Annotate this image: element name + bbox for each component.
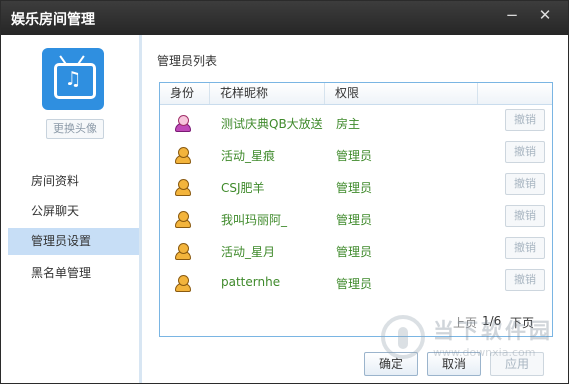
column-header-action [478,83,552,104]
column-header-nickname: 花样昵称 [210,83,325,104]
sidebar-item-admin-settings[interactable]: 管理员设置 [8,228,139,255]
admin-list-title: 管理员列表 [157,54,218,68]
sidebar: ♫ 更换头像 房间资料 公屏聊天 管理员设置 黑名单管理 [2,35,142,383]
room-management-window: 娱乐房间管理 − ✕ ♫ 更换头像 房间资料 公屏聊天 管理员设置 黑名单管理 … [0,0,569,384]
role: 管理员 [336,213,373,227]
admin-list: 身份 花样昵称 权限 测试庆典QB大放送 房主 撤销 活动_星痕 管理员 撤销 … [159,82,553,337]
sidebar-item-room-info[interactable]: 房间资料 [8,168,139,195]
sidebar-item-public-chat[interactable]: 公屏聊天 [8,198,139,225]
nickname: CSJ肥羊 [221,181,265,195]
table-row[interactable]: 测试庆典QB大放送 房主 撤销 [160,105,552,137]
watermark-logo-icon [381,315,425,359]
minimize-button[interactable]: − [501,5,523,25]
column-header-permission: 权限 [325,83,478,104]
owner-user-icon [175,115,191,132]
role: 管理员 [336,245,373,259]
table-row[interactable]: 活动_星痕 管理员 撤销 [160,137,552,169]
table-row[interactable]: 我叫玛丽阿_ 管理员 撤销 [160,201,552,233]
nickname: 我叫玛丽阿_ [221,213,288,227]
revoke-button[interactable]: 撤销 [505,205,545,227]
role: 管理员 [336,149,373,163]
table-row[interactable]: 活动_星月 管理员 撤销 [160,233,552,265]
nickname: 活动_星月 [221,245,276,259]
nickname: 测试庆典QB大放送 [221,117,323,131]
music-note-icon: ♫ [64,68,82,90]
nickname: 活动_星痕 [221,149,276,163]
watermark-url: www.downxia.com [433,346,536,359]
window-title: 娱乐房间管理 [11,12,95,28]
watermark: 当下软件园 www.downxia.com [381,313,551,375]
title-bar[interactable]: 娱乐房间管理 − ✕ [1,1,568,35]
revoke-button[interactable]: 撤销 [505,141,545,163]
table-row[interactable]: CSJ肥羊 管理员 撤销 [160,169,552,201]
admin-user-icon [175,275,191,292]
admin-list-header: 身份 花样昵称 权限 [160,83,552,105]
table-row[interactable]: patternhe 管理员 撤销 [160,265,552,297]
admin-user-icon [175,211,191,228]
revoke-button[interactable]: 撤销 [505,269,545,291]
admin-user-icon [175,243,191,260]
revoke-button[interactable]: 撤销 [505,173,545,195]
role: 房主 [336,117,361,131]
admin-user-icon [175,179,191,196]
room-avatar: ♫ [42,48,104,110]
revoke-button[interactable]: 撤销 [505,109,545,131]
column-header-identity: 身份 [160,83,210,104]
watermark-brand: 当下软件园 [433,319,553,343]
role: 管理员 [336,181,373,195]
change-avatar-button[interactable]: 更换头像 [46,119,104,139]
close-button[interactable]: ✕ [534,5,556,25]
admin-user-icon [175,147,191,164]
nickname: patternhe [221,275,281,289]
role: 管理员 [336,277,373,291]
sidebar-item-blacklist[interactable]: 黑名单管理 [8,260,139,287]
revoke-button[interactable]: 撤销 [505,237,545,259]
